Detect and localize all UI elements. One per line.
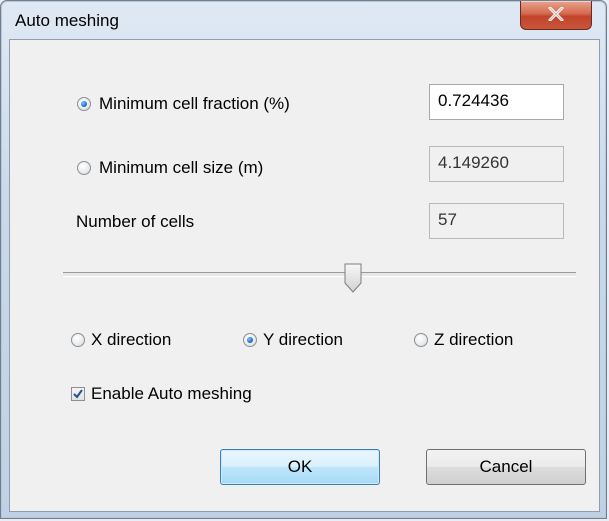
enable-auto-meshing-label: Enable Auto meshing bbox=[91, 384, 252, 403]
z-direction-label: Z direction bbox=[434, 330, 514, 349]
min-cell-size-field: 4.149260 bbox=[429, 146, 564, 182]
min-cell-size-radio[interactable] bbox=[77, 161, 91, 175]
cancel-button[interactable]: Cancel bbox=[426, 449, 586, 485]
close-icon bbox=[548, 7, 564, 21]
min-cell-fraction-label: Minimum cell fraction (%) bbox=[99, 94, 290, 113]
ok-button[interactable]: OK bbox=[220, 449, 380, 485]
y-direction-label: Y direction bbox=[263, 330, 344, 349]
number-of-cells-field: 57 bbox=[429, 203, 564, 239]
y-direction-radio[interactable] bbox=[243, 333, 257, 347]
z-direction-radio[interactable] bbox=[414, 333, 428, 347]
enable-auto-meshing-checkbox[interactable] bbox=[71, 387, 85, 401]
number-of-cells-label: Number of cells bbox=[76, 212, 195, 231]
slider-track[interactable] bbox=[63, 272, 576, 277]
min-cell-fraction-input[interactable]: 0.724436 bbox=[429, 84, 564, 120]
min-cell-size-label: Minimum cell size (m) bbox=[99, 158, 264, 177]
min-cell-fraction-radio[interactable] bbox=[77, 97, 91, 111]
title-bar[interactable]: Auto meshing bbox=[1, 1, 606, 39]
dialog-body: Minimum cell fraction (%) 0.724436 Minim… bbox=[9, 39, 600, 512]
checkmark-icon bbox=[73, 389, 83, 399]
x-direction-label: X direction bbox=[91, 330, 172, 349]
close-button[interactable] bbox=[520, 1, 592, 30]
window-title: Auto meshing bbox=[15, 11, 119, 30]
slider-thumb[interactable] bbox=[344, 263, 362, 293]
auto-meshing-dialog: Auto meshing Minimum cell fraction (%) 0… bbox=[0, 0, 607, 519]
x-direction-radio[interactable] bbox=[71, 333, 85, 347]
